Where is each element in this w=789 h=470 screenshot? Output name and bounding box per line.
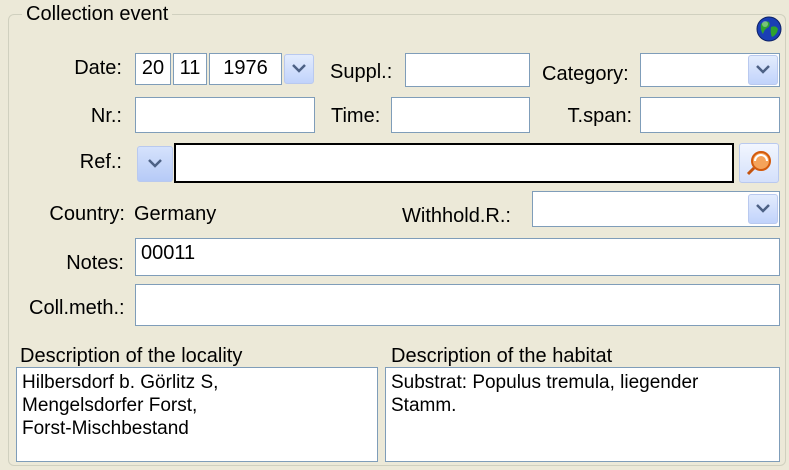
tspan-field[interactable] (640, 97, 780, 133)
locality-line: Mengelsdorfer Forst, (22, 395, 198, 416)
suppl-label: Suppl.: (330, 61, 393, 83)
nr-label: Nr.: (90, 105, 122, 127)
habitat-line: Substrat: Populus tremula, liegender (391, 372, 699, 393)
suppl-field[interactable] (405, 53, 530, 87)
tspan-label: T.span: (567, 105, 632, 127)
country-label: Country: (49, 203, 125, 225)
ref-field[interactable] (174, 143, 734, 183)
country-value: Germany (134, 203, 217, 225)
date-dropdown-button[interactable] (284, 54, 314, 84)
date-month-field[interactable]: 11 (173, 53, 207, 85)
chevron-down-icon (756, 65, 770, 74)
notes-label: Notes: (66, 252, 124, 274)
category-label: Category: (542, 63, 629, 85)
notes-field[interactable]: 00011 (135, 238, 780, 276)
locality-line: Hilbersdorf b. Görlitz S, (22, 372, 219, 393)
locality-textarea[interactable]: Hilbersdorf b. Görlitz S, Mengelsdorfer … (16, 367, 378, 462)
date-day-field[interactable]: 20 (135, 53, 171, 85)
habitat-line: Stamm. (391, 395, 457, 416)
time-label: Time: (331, 105, 381, 127)
locality-line: Forst-Mischbestand (22, 418, 189, 439)
category-dropdown-button[interactable] (748, 55, 778, 85)
habitat-textarea[interactable]: Substrat: Populus tremula, liegender Sta… (385, 367, 780, 462)
ref-lookup-button[interactable] (739, 143, 779, 183)
withhold-dropdown-button[interactable] (748, 194, 778, 224)
withhold-dropdown[interactable] (532, 191, 780, 227)
date-year-field[interactable]: 1976 (209, 53, 282, 85)
withhold-label: Withhold.R.: (402, 205, 511, 227)
time-field[interactable] (391, 97, 530, 133)
locality-label: Description of the locality (20, 345, 243, 367)
group-title: Collection event (22, 2, 173, 26)
chevron-down-icon (756, 204, 770, 213)
chevron-down-icon (148, 159, 162, 168)
habitat-label: Description of the habitat (391, 345, 613, 367)
ref-label: Ref.: (79, 151, 122, 173)
collmeth-label: Coll.meth.: (29, 297, 125, 319)
date-label: Date: (74, 57, 122, 79)
nr-field[interactable] (135, 97, 315, 133)
ref-dropdown-button[interactable] (137, 146, 173, 182)
chevron-down-icon (292, 64, 306, 73)
collmeth-field[interactable] (135, 284, 780, 326)
globe-icon[interactable] (755, 15, 783, 43)
reference-search-icon (746, 151, 771, 176)
